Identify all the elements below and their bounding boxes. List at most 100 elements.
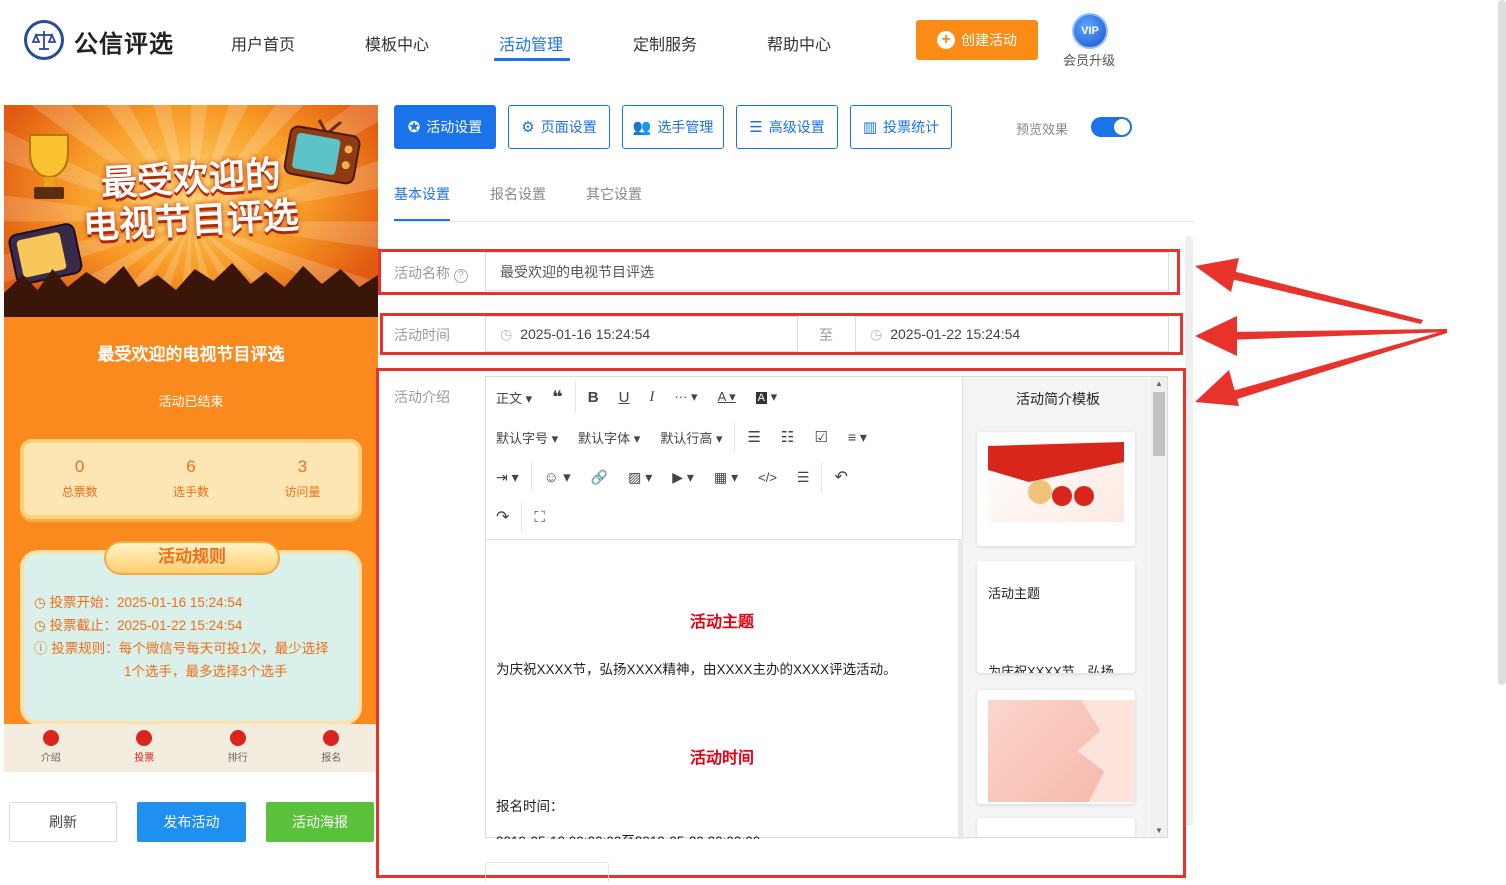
nav-custom-service[interactable]: 定制服务 — [633, 31, 697, 55]
align-dropdown-icon[interactable]: ≡ ▾ — [838, 429, 877, 446]
tab-other-settings[interactable]: 其它设置 — [586, 184, 642, 204]
preview-tab-signup[interactable]: 报名 — [285, 724, 379, 772]
clock-icon: ◷ — [34, 618, 50, 633]
preview-effect-label: 预览效果 — [1016, 122, 1069, 137]
rule-line-end: ◷ 投票截止：2025-01-22 15:24:54 — [34, 614, 242, 637]
vip-badge-icon[interactable]: VIP — [1072, 13, 1108, 49]
end-time-value: 2025-01-22 15:24:54 — [890, 326, 1021, 342]
form-scrollbar[interactable] — [1185, 236, 1193, 826]
table-icon[interactable]: ▦ ▾ — [704, 469, 748, 486]
code-icon[interactable]: </> — [748, 470, 787, 485]
page-settings-button[interactable]: ⚙ 页面设置 — [508, 105, 610, 149]
logo-text: 公信评选 — [74, 31, 174, 58]
template-card-2[interactable]: 活动主题 为庆祝XXXX节，弘扬 — [977, 561, 1135, 673]
preview-tab-vote[interactable]: 投票 — [98, 724, 192, 772]
nav-user-home[interactable]: 用户首页 — [231, 31, 295, 55]
stat-label: 访问量 — [284, 485, 321, 499]
settings-button-label: 选手管理 — [657, 119, 714, 135]
publish-activity-button[interactable]: 发布活动 — [137, 802, 246, 842]
toolbar-divider — [574, 382, 576, 412]
activity-start-time-input[interactable]: ◷ 2025-01-16 15:24:54 — [485, 316, 798, 352]
advanced-settings-button[interactable]: ☰ 高级设置 — [736, 105, 838, 149]
video-icon[interactable]: ▶ ▾ — [662, 469, 704, 486]
settings-button-label: 页面设置 — [540, 119, 597, 135]
font-family-dropdown[interactable]: 默认字体 ▾ — [568, 428, 650, 447]
indent-dropdown-icon[interactable]: ⇥ ▾ — [486, 469, 529, 486]
template-card-1[interactable] — [977, 432, 1135, 546]
image-icon[interactable]: ▨ ▾ — [618, 469, 662, 486]
scroll-down-icon[interactable]: ▼ — [1151, 826, 1167, 835]
fullscreen-icon[interactable]: ⛶ — [524, 509, 555, 526]
preview-activity-title: 最受欢迎的电视节目评选 — [97, 345, 285, 364]
contestant-management-button[interactable]: 👥 选手管理 — [622, 105, 724, 149]
todo-checkbox-icon[interactable]: ☑ — [804, 428, 837, 446]
activity-poster-button[interactable]: 活动海报 — [266, 802, 374, 842]
template-card-title: 活动主题 — [988, 586, 1041, 601]
preview-tab-intro[interactable]: 介绍 — [4, 724, 98, 772]
rule-text: 投票截止：2025-01-22 15:24:54 — [49, 618, 243, 633]
nav-activity-management[interactable]: 活动管理 — [499, 31, 563, 55]
stat-value: 0 — [74, 457, 85, 476]
redo-icon[interactable]: ↷ — [486, 507, 519, 527]
signup-icon — [323, 730, 340, 746]
bold-icon[interactable]: B — [578, 389, 609, 406]
template-card-text: 为庆祝XXXX节，弘扬 — [988, 664, 1114, 673]
paragraph-style-dropdown[interactable]: 正文 ▾ — [486, 388, 542, 407]
template-panel-scroll-thumb[interactable] — [1153, 392, 1165, 456]
stats-card: 0 总票数 6 选手数 3 访问量 — [20, 439, 362, 519]
template-card-3[interactable] — [977, 690, 1135, 804]
vote-statistics-button[interactable]: ▥ 投票统计 — [850, 105, 952, 149]
preview-tab-ranking[interactable]: 排行 — [191, 724, 285, 772]
intro-icon — [42, 730, 59, 746]
activity-intro-label: 活动介绍 — [394, 389, 450, 405]
activity-end-time-input[interactable]: ◷ 2025-01-22 15:24:54 — [855, 316, 1169, 352]
undo-icon[interactable]: ↶ — [824, 467, 857, 487]
clock-icon: ◷ — [870, 325, 883, 342]
rule-text: 投票规则：每个微信号每天可投1次，最少选择 — [51, 641, 329, 656]
content-heading-time: 活动时间 — [689, 750, 754, 767]
template-card-4[interactable] — [977, 818, 1135, 837]
rich-text-editor[interactable]: 正文 ▾ ❝ B U I ··· ▾ A ▾ A ▾ 默认字号 ▾ 默认字体 ▾… — [485, 376, 964, 839]
plus-icon: + — [937, 31, 955, 49]
font-size-dropdown[interactable]: 默认字号 ▾ — [486, 428, 568, 447]
tab-basic-settings[interactable]: 基本设置 — [394, 184, 450, 204]
tab-signup-settings[interactable]: 报名设置 — [490, 184, 546, 204]
clock-icon: ◷ — [500, 325, 513, 342]
page-scrollbar[interactable] — [1498, 0, 1506, 685]
template-thumbnail — [988, 442, 1124, 522]
preview-banner: 最受欢迎的 电视节目评选 — [4, 105, 378, 317]
bullet-list-icon[interactable]: ☰ — [737, 428, 770, 446]
divider-line-icon[interactable]: ☰ — [787, 469, 820, 486]
activity-settings-button[interactable]: ✪ 活动设置 — [394, 105, 496, 149]
settings-button-label: 活动设置 — [426, 119, 483, 135]
scroll-up-icon[interactable]: ▲ — [1151, 379, 1167, 388]
preview-effect-toggle[interactable] — [1091, 117, 1132, 137]
rule-line-start: ◷ 投票开始：2025-01-16 15:24:54 — [34, 591, 242, 614]
content-heading-theme: 活动主题 — [689, 614, 754, 631]
toolbar-label: 默认字体 — [578, 430, 631, 446]
link-icon[interactable]: 🔗 — [581, 469, 618, 486]
start-time-value: 2025-01-16 15:24:54 — [520, 326, 651, 342]
activity-name-input[interactable]: 最受欢迎的电视节目评选 — [485, 252, 1169, 291]
underline-icon[interactable]: U — [609, 389, 640, 406]
nav-template-center[interactable]: 模板中心 — [365, 31, 429, 55]
stat-label: 选手数 — [172, 485, 209, 499]
emoji-icon[interactable]: ☺ ▾ — [534, 468, 581, 486]
line-height-dropdown[interactable]: 默认行高 ▾ — [650, 428, 732, 447]
numbered-list-icon[interactable]: ☷ — [771, 428, 804, 446]
editor-content-area[interactable]: 活动主题 为庆祝XXXX节，弘扬XXXX精神，由XXXX主办的XXXX评选活动。… — [486, 539, 958, 839]
refresh-button[interactable]: 刷新 — [9, 802, 117, 842]
nav-help-center[interactable]: 帮助中心 — [767, 31, 831, 55]
create-activity-button[interactable]: + 创建活动 — [916, 20, 1038, 60]
background-color-icon[interactable]: A ▾ — [746, 389, 787, 405]
editor-toolbar-row4: ↷ ⛶ — [486, 497, 964, 537]
quote-icon[interactable]: ❝ — [542, 387, 573, 408]
content-paragraph: 报名时间： — [496, 799, 564, 814]
vip-upgrade-label[interactable]: 会员升级 — [1063, 50, 1115, 69]
italic-icon[interactable]: I — [639, 389, 664, 406]
font-color-icon[interactable]: A ▾ — [708, 389, 746, 405]
activity-name-label: 活动名称 ? — [394, 263, 468, 283]
gear-icon: ⚙ — [521, 119, 535, 136]
more-styles-dropdown[interactable]: ··· ▾ — [664, 389, 707, 405]
toolbar-divider — [821, 462, 823, 492]
